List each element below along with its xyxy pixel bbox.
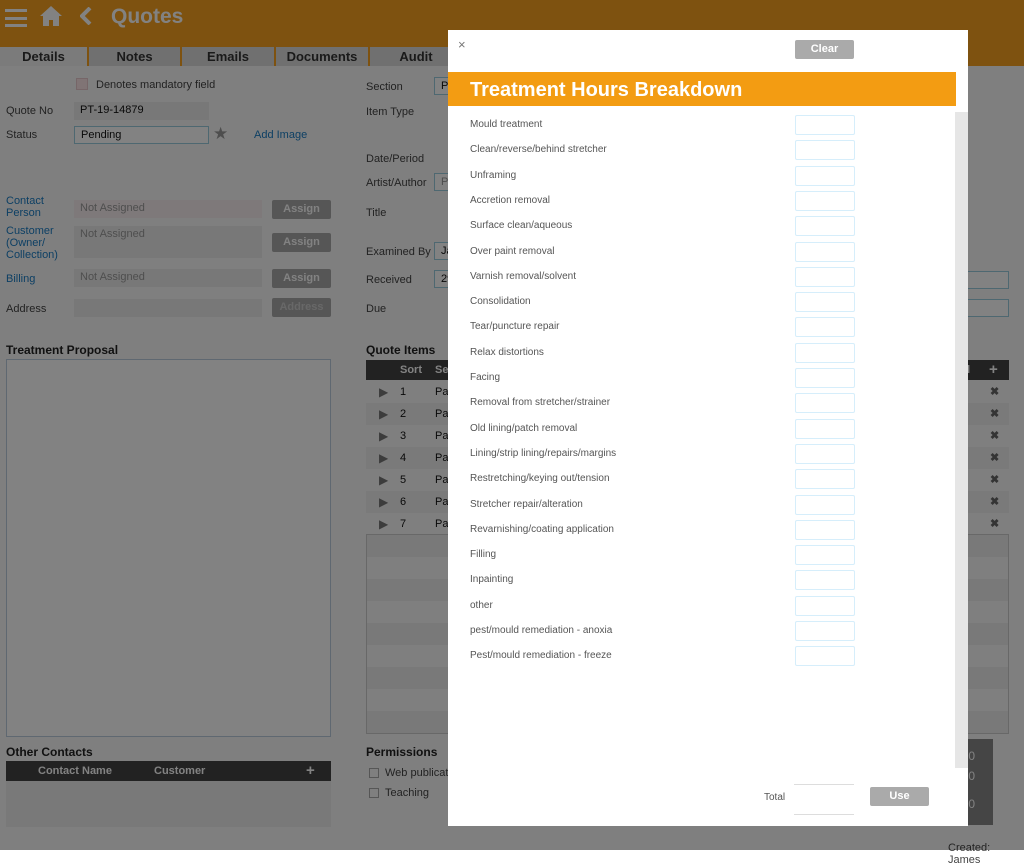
treatment-hours-input[interactable] bbox=[795, 216, 855, 237]
treatment-hours-input[interactable] bbox=[795, 190, 855, 211]
treatment-hours-input[interactable] bbox=[795, 317, 855, 338]
treatment-hours-input[interactable] bbox=[795, 368, 855, 388]
close-icon[interactable]: × bbox=[458, 37, 466, 52]
treatment-hours-input[interactable] bbox=[795, 241, 855, 262]
treatment-hours-input[interactable] bbox=[795, 140, 855, 161]
treatment-hours-input[interactable] bbox=[795, 393, 855, 414]
treatment-hours-input[interactable] bbox=[795, 595, 855, 616]
treatment-hours-input[interactable] bbox=[795, 621, 855, 641]
treatment-hours-input[interactable] bbox=[795, 266, 855, 287]
treatment-hours-input[interactable] bbox=[795, 519, 855, 540]
total-field[interactable] bbox=[794, 784, 854, 815]
use-button[interactable]: Use bbox=[870, 787, 929, 806]
treatment-hours-modal: × Clear Treatment Hours Breakdown Mould … bbox=[448, 30, 968, 826]
treatment-hours-input[interactable] bbox=[795, 165, 855, 186]
treatment-hours-input[interactable] bbox=[795, 469, 855, 490]
treatment-hours-input[interactable] bbox=[795, 115, 855, 135]
treatment-hours-input[interactable] bbox=[795, 342, 855, 363]
modal-scrollbar[interactable] bbox=[955, 112, 968, 768]
treatment-hours-input[interactable] bbox=[795, 292, 855, 313]
total-label: Total bbox=[764, 792, 786, 803]
clear-button[interactable]: Clear bbox=[795, 40, 854, 59]
treatment-hours-input[interactable] bbox=[795, 646, 855, 667]
treatment-hours-input[interactable] bbox=[795, 418, 855, 439]
treatment-hours-input[interactable] bbox=[795, 494, 855, 515]
treatment-hours-input[interactable] bbox=[795, 443, 855, 464]
treatment-hours-input[interactable] bbox=[795, 545, 855, 566]
treatment-hours-input[interactable] bbox=[795, 570, 855, 591]
modal-title: Treatment Hours Breakdown bbox=[448, 72, 956, 106]
